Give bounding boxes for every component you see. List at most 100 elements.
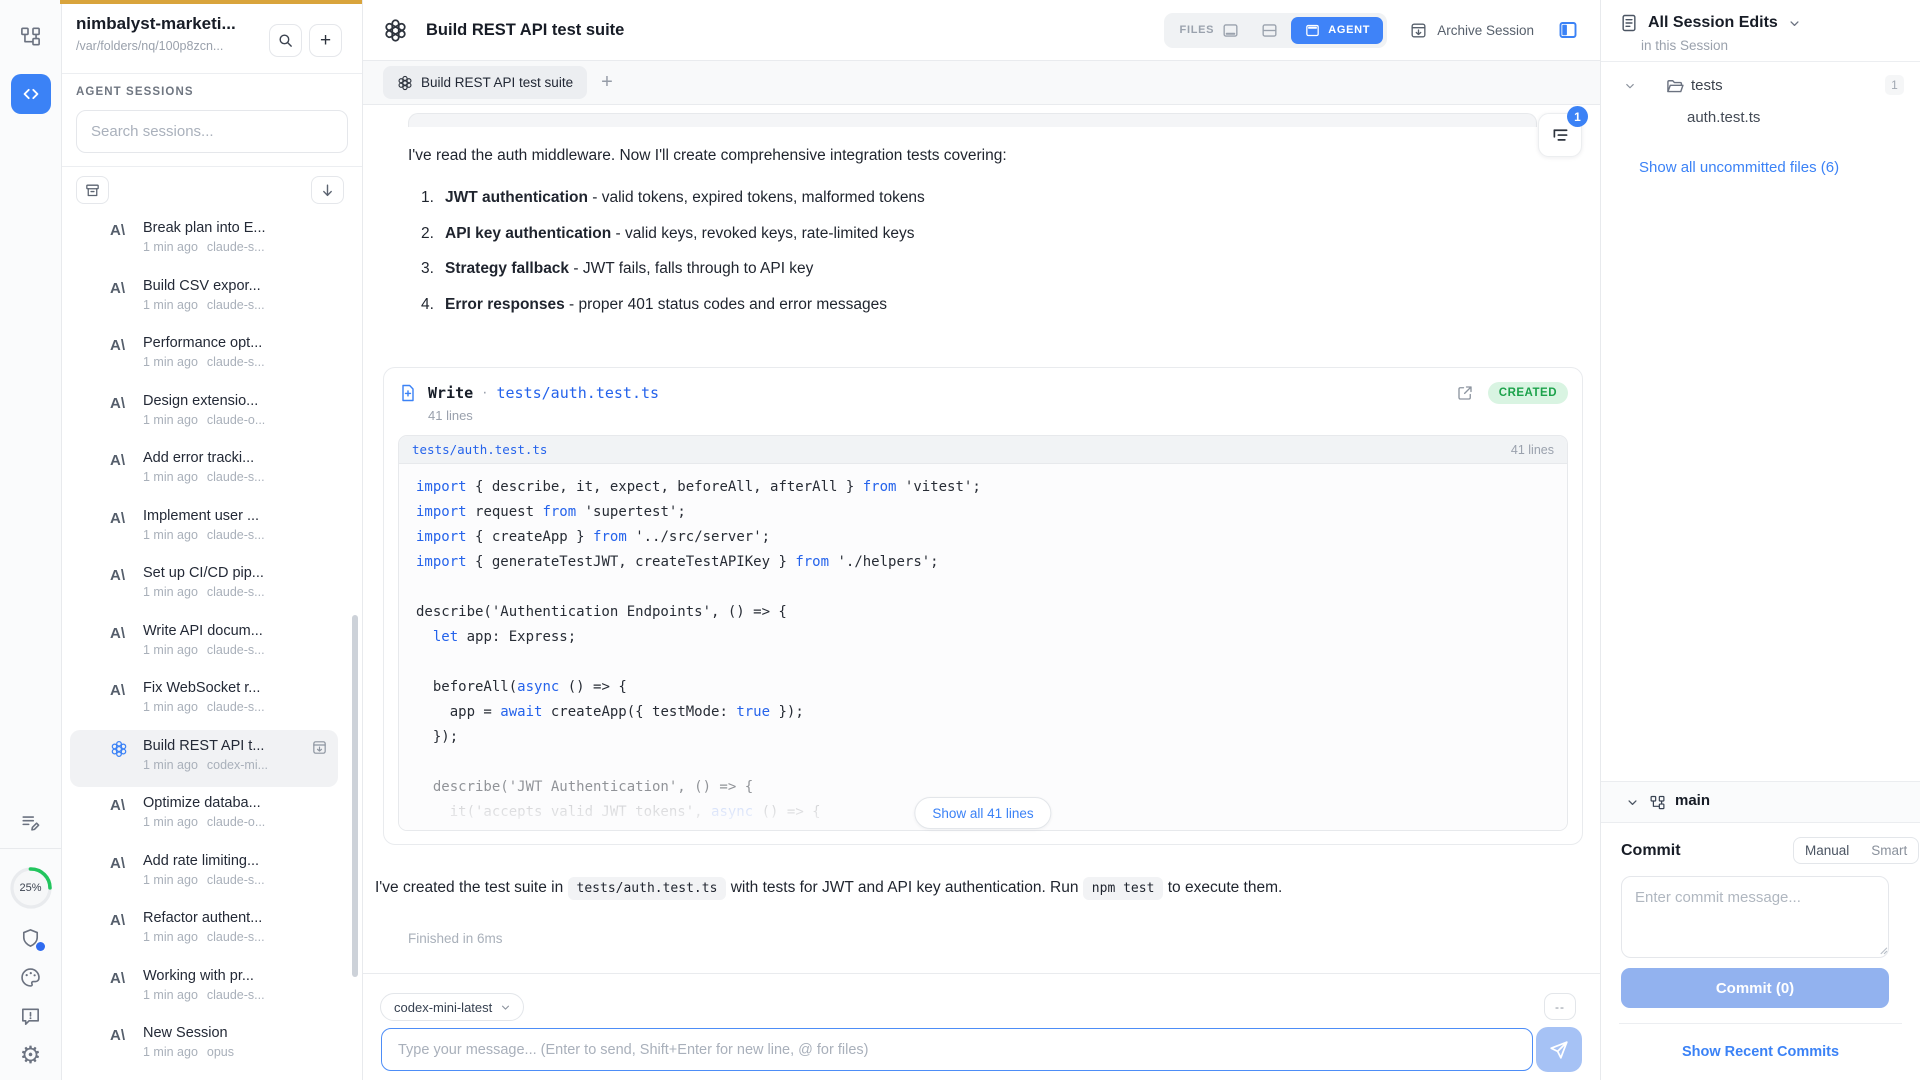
tree-file-item[interactable]: auth.test.ts [1687,109,1760,126]
view-mode-switcher: FILES [1164,13,1388,48]
smart-mode-option[interactable]: Smart [1860,843,1918,858]
archived-filter-button[interactable] [76,176,109,204]
model-selector[interactable]: codex-mini-latest [380,993,524,1021]
commit-message-input[interactable] [1621,876,1889,958]
message-composer: codex-mini-latest -- [363,973,1600,1080]
session-item[interactable]: Build REST API t...1 min agocodex-mi... [70,730,338,788]
tool-lines-count: 41 lines [428,408,1568,423]
session-item[interactable]: A\Performance opt...1 min agoclaude-s... [70,327,338,385]
anthropic-icon: A\ [110,1027,125,1044]
outline-button[interactable]: 1 [1538,113,1582,157]
panel-bottom-icon [1221,21,1240,40]
session-item[interactable]: A\Add rate limiting...1 min agoclaude-s.… [70,845,338,903]
outline-count-badge: 1 [1567,106,1588,127]
workspaces-icon[interactable] [19,25,42,48]
sidebar-scrollbar[interactable] [352,615,358,977]
rail-divider [0,848,62,849]
security-icon[interactable] [19,927,42,950]
manual-mode-option[interactable]: Manual [1794,843,1860,858]
tool-file-path[interactable]: tests/auth.test.ts [496,384,659,402]
agent-view-button[interactable]: AGENT [1291,17,1383,44]
session-item[interactable]: A\Set up CI/CD pip...1 min agoclaude-s..… [70,557,338,615]
session-model: claude-s... [207,930,265,944]
tree-folder-row[interactable]: tests 1 [1601,74,1920,102]
main-panel: Build REST API test suite FILES [363,0,1600,1080]
open-file-button[interactable] [1456,384,1474,402]
usage-meter[interactable]: 25% [8,865,54,911]
code-line: import { createApp } from '../src/server… [416,525,1567,550]
code-icon [20,83,42,105]
session-item[interactable]: A\Fix WebSocket r...1 min agoclaude-s... [70,672,338,730]
assistant-closing-message: I've created the test suite in tests/aut… [375,873,1585,904]
composer-more-button[interactable]: -- [1544,993,1576,1020]
session-search-input[interactable] [91,123,333,140]
session-model: claude-s... [207,355,265,369]
search-button[interactable] [269,24,302,57]
commit-button[interactable]: Commit (0) [1621,968,1889,1008]
archive-icon [1409,21,1428,40]
session-time: 1 min ago [143,988,198,1002]
session-title: Add rate limiting... [143,853,318,869]
session-search-box[interactable] [76,110,348,153]
new-tab-button[interactable]: + [601,71,613,94]
code-file-path[interactable]: tests/auth.test.ts [412,442,547,457]
split-view-button[interactable] [1248,21,1291,40]
session-item[interactable]: A\Break plan into E...1 min agoclaude-s.… [70,220,338,270]
theme-palette-icon[interactable] [19,966,42,989]
session-item[interactable]: A\Refactor authent...1 min agoclaude-s..… [70,902,338,960]
session-item[interactable]: A\New Session1 min agoopus [70,1017,338,1075]
anthropic-icon: A\ [110,567,125,584]
session-meta: 1 min agocodex-mi... [143,758,338,772]
anthropic-icon: A\ [110,280,125,297]
session-time: 1 min ago [143,355,198,369]
session-edits-panel: All Session Edits in this Session tests … [1600,0,1920,1080]
code-line: import request from 'supertest'; [416,500,1567,525]
settings-gear-icon[interactable]: ⚙ [20,1044,42,1068]
show-recent-commits-link[interactable]: Show Recent Commits [1601,1044,1920,1060]
tool-action: Write [428,384,473,402]
session-item[interactable]: A\Write API docum...1 min agoclaude-s... [70,615,338,673]
code-workspace-button[interactable] [11,74,51,114]
archive-session-label: Archive Session [1437,23,1534,38]
list-item: 4.Error responses - proper 401 status co… [421,296,925,332]
code-line: let app: Express; [416,625,1567,650]
session-item[interactable]: A\Optimize databa...1 min agoclaude-o... [70,787,338,845]
tab-active-session[interactable]: Build REST API test suite [383,66,587,99]
show-uncommitted-link[interactable]: Show all uncommitted files (6) [1639,159,1839,176]
edits-scope-selector[interactable]: All Session Edits [1619,13,1802,33]
code-block-header: tests/auth.test.ts 41 lines [399,436,1567,464]
session-title: Design extensio... [143,393,318,409]
session-title: Fix WebSocket r... [143,680,318,696]
session-meta: 1 min agoclaude-s... [143,643,338,657]
chevron-down-icon [1787,16,1802,31]
branch-row[interactable]: main [1601,781,1920,823]
archive-session-button[interactable]: Archive Session [1409,21,1534,40]
status-badge: CREATED [1488,382,1568,404]
anthropic-icon: A\ [110,912,125,929]
session-item[interactable]: A\Build CSV expor...1 min agoclaude-s... [70,270,338,328]
session-item[interactable]: A\Add error tracki...1 min agoclaude-s..… [70,442,338,500]
files-view-button[interactable]: FILES [1168,21,1249,40]
send-button[interactable] [1536,1027,1582,1072]
session-model: claude-s... [207,528,265,542]
feedback-icon[interactable] [19,1005,42,1028]
new-session-button[interactable]: + [309,24,342,57]
session-item[interactable]: A\Design extensio...1 min agoclaude-o... [70,385,338,443]
anthropic-icon: A\ [110,452,125,469]
show-all-lines-button[interactable]: Show all 41 lines [914,797,1051,829]
chevron-down-icon [1625,795,1640,810]
session-title: Working with pr... [143,968,318,984]
session-meta: 1 min agoclaude-s... [143,873,338,887]
sort-button[interactable] [311,176,344,204]
session-item[interactable]: A\Working with pr...1 min agoclaude-s... [70,960,338,1018]
archive-icon[interactable] [311,739,328,756]
sidebar-toggle-icon [1556,18,1580,42]
session-header: Build REST API test suite FILES [363,0,1600,61]
message-input[interactable] [381,1028,1533,1071]
files-label: FILES [1180,24,1215,36]
code-line: app = await createApp({ testMode: true }… [416,700,1567,725]
right-panel-toggle-button[interactable] [1556,18,1580,42]
tool-call-card: Write · tests/auth.test.ts CR [383,367,1583,845]
changelog-icon[interactable] [20,812,42,834]
session-item[interactable]: A\Implement user ...1 min agoclaude-s... [70,500,338,558]
